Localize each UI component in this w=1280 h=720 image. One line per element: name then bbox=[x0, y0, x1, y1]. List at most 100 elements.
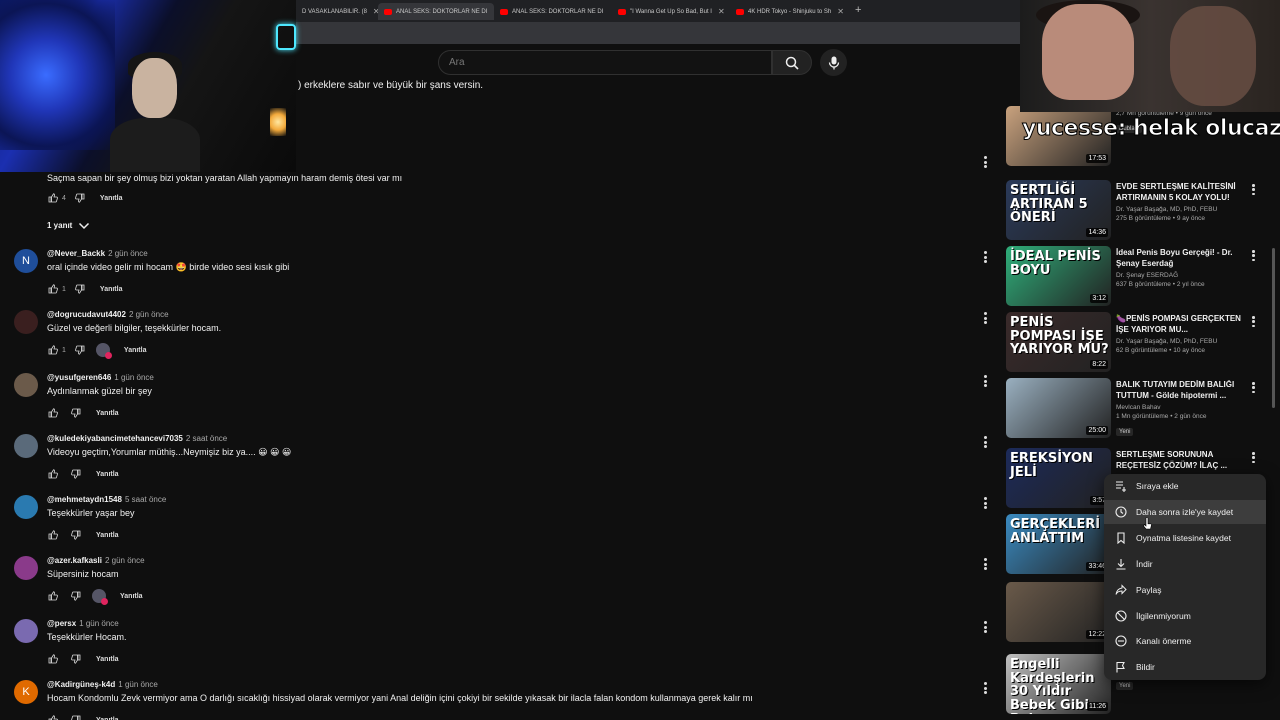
comment-author[interactable]: @mehmetaydn1548 bbox=[47, 495, 122, 504]
browser-tab[interactable]: 4K HDR Tokyo - Shinjuku to Sh ✕ bbox=[730, 3, 850, 20]
menu-item-flag[interactable]: Bildir bbox=[1104, 655, 1266, 679]
dislike-icon[interactable] bbox=[74, 192, 86, 204]
dislike-icon[interactable] bbox=[74, 344, 86, 356]
reply-button[interactable]: Yanıtla bbox=[96, 717, 119, 720]
video-thumbnail[interactable]: SERTLİĞİ ARTIRAN 5 ÖNERİ 14:36 bbox=[1006, 180, 1111, 240]
comment-author[interactable]: @persx bbox=[47, 619, 76, 628]
comment-time[interactable]: 1 gün önce bbox=[114, 373, 154, 382]
video-thumbnail[interactable]: 25:00 bbox=[1006, 378, 1111, 438]
video-menu-button[interactable] bbox=[1252, 250, 1255, 261]
sidebar-scrollbar[interactable] bbox=[1272, 248, 1275, 408]
dislike-icon[interactable] bbox=[70, 653, 82, 665]
comment-menu-button[interactable] bbox=[984, 558, 987, 570]
dislike-icon[interactable] bbox=[70, 714, 82, 720]
voice-search-button[interactable] bbox=[820, 49, 847, 76]
video-thumbnail[interactable]: PENİS POMPASI İŞE YARIYOR MU? 8:22 bbox=[1006, 312, 1111, 372]
browser-tab[interactable]: ANAL SEKS: DOKTORLAR NE DI✕ bbox=[494, 3, 610, 20]
reply-button[interactable]: Yanıtla bbox=[100, 286, 123, 293]
avatar[interactable] bbox=[14, 495, 38, 519]
video-menu-button[interactable] bbox=[1252, 316, 1255, 327]
comment-menu-button[interactable] bbox=[984, 312, 987, 324]
search-input[interactable] bbox=[439, 51, 771, 74]
channel-name[interactable]: Dr. Şenay ESERDAĞ bbox=[1116, 272, 1246, 279]
reply-button[interactable]: Yanıtla bbox=[100, 195, 123, 202]
comment-menu-button[interactable] bbox=[984, 375, 987, 387]
reply-button[interactable]: Yanıtla bbox=[96, 656, 119, 663]
avatar[interactable] bbox=[14, 434, 38, 458]
recommended-video[interactable]: 25:00 BALIK TUTAYIM DEDİM BALIĞI TUTTUM … bbox=[1006, 378, 1276, 440]
video-menu-button[interactable] bbox=[1252, 184, 1255, 195]
reply-button[interactable]: Yanıtla bbox=[120, 593, 143, 600]
like-icon[interactable] bbox=[47, 192, 59, 204]
video-title[interactable]: BALIK TUTAYIM DEDİM BALIĞI TUTTUM - Göld… bbox=[1116, 380, 1246, 402]
like-icon[interactable] bbox=[47, 283, 59, 295]
menu-item-download[interactable]: İndir bbox=[1104, 552, 1266, 576]
dislike-icon[interactable] bbox=[70, 529, 82, 541]
search-button[interactable] bbox=[772, 50, 812, 75]
avatar[interactable]: K bbox=[14, 680, 38, 704]
browser-tab[interactable]: D VASAKLANABILIR. (8 ✕ bbox=[296, 3, 378, 20]
channel-name[interactable]: Mevlcan Bahav bbox=[1116, 404, 1246, 411]
video-title[interactable]: İdeal Penis Boyu Gerçeği! - Dr. Şenay Es… bbox=[1116, 248, 1246, 270]
menu-item-queue[interactable]: Sıraya ekle bbox=[1104, 474, 1266, 498]
avatar[interactable] bbox=[14, 619, 38, 643]
dislike-icon[interactable] bbox=[70, 468, 82, 480]
comment-author[interactable]: @dogrucudavut4402 bbox=[47, 310, 126, 319]
menu-item-block[interactable]: İlgilenmiyorum bbox=[1104, 604, 1266, 628]
reply-button[interactable]: Yanıtla bbox=[96, 471, 119, 478]
recommended-video[interactable]: SERTLİĞİ ARTIRAN 5 ÖNERİ 14:36 EVDE SERT… bbox=[1006, 180, 1276, 242]
video-thumbnail[interactable]: Engelli Kardeşlerin 30 Yıldır Bebek Gibi… bbox=[1006, 654, 1111, 714]
menu-item-share[interactable]: Paylaş bbox=[1104, 578, 1266, 602]
comment-time[interactable]: 2 gün önce bbox=[108, 249, 148, 258]
comment-menu-button[interactable] bbox=[984, 156, 987, 168]
like-icon[interactable] bbox=[47, 590, 59, 602]
reply-button[interactable]: Yanıtla bbox=[96, 410, 119, 417]
like-icon[interactable] bbox=[47, 653, 59, 665]
channel-name[interactable]: Dr. Yaşar Başağa, MD, PhD, FEBU bbox=[1116, 338, 1246, 345]
menu-item-clock[interactable]: Daha sonra izle'ye kaydet bbox=[1104, 500, 1266, 524]
comment-author[interactable]: @Never_Backk bbox=[47, 249, 105, 258]
video-menu-button[interactable] bbox=[1252, 382, 1255, 393]
comment-menu-button[interactable] bbox=[984, 682, 987, 694]
close-tab-icon[interactable]: ✕ bbox=[837, 7, 844, 16]
new-tab-button[interactable]: + bbox=[855, 4, 861, 16]
video-title[interactable]: 🍆PENİS POMPASI GERÇEKTEN İŞE YARIYOR MU.… bbox=[1116, 314, 1246, 336]
like-icon[interactable] bbox=[47, 714, 59, 720]
comment-author[interactable]: @yusufgeren646 bbox=[47, 373, 111, 382]
comment-menu-button[interactable] bbox=[984, 621, 987, 633]
video-thumbnail[interactable]: GERÇEKLERİ ANLATTIM 33:46 bbox=[1006, 514, 1111, 574]
comment-author[interactable]: @kuledekiyabancimetehancevi7035 bbox=[47, 434, 183, 443]
comment-author[interactable]: @azer.kafkasli bbox=[47, 556, 102, 565]
like-icon[interactable] bbox=[47, 407, 59, 419]
comment-time[interactable]: 2 gün önce bbox=[129, 310, 169, 319]
video-menu-button[interactable] bbox=[1252, 452, 1255, 463]
browser-tab[interactable]: "I Wanna Get Up So Bad, But I ✕ bbox=[612, 3, 730, 20]
menu-item-minus-circle[interactable]: Kanalı önerme bbox=[1104, 629, 1266, 653]
dislike-icon[interactable] bbox=[70, 590, 82, 602]
like-icon[interactable] bbox=[47, 344, 59, 356]
comment-time[interactable]: 2 saat önce bbox=[186, 434, 227, 443]
avatar[interactable] bbox=[14, 310, 38, 334]
recommended-video[interactable]: İDEAL PENİS BOYU 3:12 İdeal Penis Boyu G… bbox=[1006, 246, 1276, 308]
menu-item-bookmark[interactable]: Oynatma listesine kaydet bbox=[1104, 526, 1266, 550]
video-title[interactable]: SERTLEŞME SORUNUNA REÇETESİZ ÇÖZÜM? İLAÇ… bbox=[1116, 450, 1246, 472]
like-icon[interactable] bbox=[47, 468, 59, 480]
browser-tab-active[interactable]: ANAL SEKS: DOKTORLAR NE DI✕ bbox=[378, 3, 494, 20]
video-thumbnail[interactable]: EREKSİYON JELİ 3:57 bbox=[1006, 448, 1111, 508]
channel-name[interactable]: Dr. Yaşar Başağa, MD, PhD, FEBU bbox=[1116, 206, 1246, 213]
comment-menu-button[interactable] bbox=[984, 251, 987, 263]
show-replies-button[interactable]: 1 yanıt bbox=[47, 221, 90, 230]
video-thumbnail[interactable]: 12:22 bbox=[1006, 582, 1111, 642]
avatar[interactable]: N bbox=[14, 249, 38, 273]
comment-author[interactable]: @Kadirgüneş-k4d bbox=[47, 680, 115, 689]
comment-time[interactable]: 1 gün önce bbox=[79, 619, 119, 628]
avatar[interactable] bbox=[14, 373, 38, 397]
comment-time[interactable]: 2 gün önce bbox=[105, 556, 145, 565]
comment-time[interactable]: 5 saat önce bbox=[125, 495, 166, 504]
like-icon[interactable] bbox=[47, 529, 59, 541]
reply-button[interactable]: Yanıtla bbox=[96, 532, 119, 539]
close-tab-icon[interactable]: ✕ bbox=[609, 7, 610, 16]
avatar[interactable] bbox=[14, 556, 38, 580]
video-title[interactable]: EVDE SERTLEŞME KALİTESİNİ ARTIRMANIN 5 K… bbox=[1116, 182, 1246, 204]
comment-menu-button[interactable] bbox=[984, 497, 987, 509]
